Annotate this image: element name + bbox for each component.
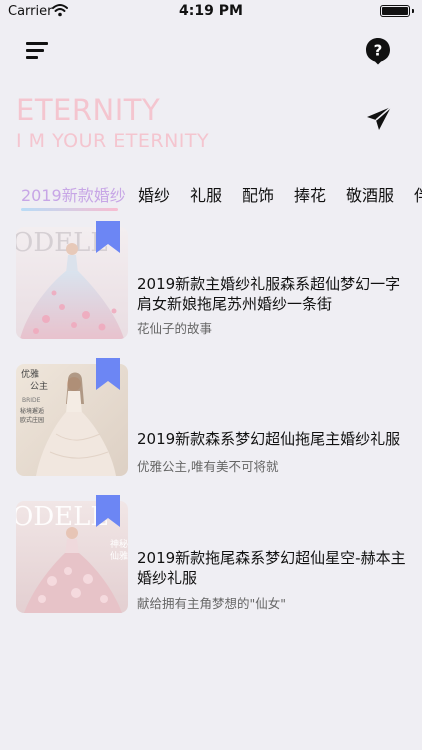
article-desc: 优雅公主,唯有美不可将就 [137, 459, 279, 474]
tab-2019-new[interactable]: 2019新款婚纱 [21, 182, 126, 206]
category-tabs: 2019新款婚纱 婚纱 礼服 配饰 捧花 敬酒服 伴 [0, 178, 422, 212]
battery-icon [380, 5, 414, 17]
article-title: 2019新款拖尾森系梦幻超仙星空-赫本主婚纱礼服 [137, 549, 406, 587]
article-card[interactable]: ODELL 神秘 仙雅 2019新款拖尾森系梦幻超仙星空-赫本主婚纱礼服 献给拥… [16, 495, 416, 613]
thumb-text: 神秘 [110, 538, 128, 550]
tab-gown[interactable]: 礼服 [190, 182, 222, 206]
tab-bridesmaid[interactable]: 伴 [414, 182, 422, 206]
article-title: 2019新款森系梦幻超仙拖尾主婚纱礼服 [137, 430, 401, 448]
thumb-text: 仙雅 [110, 550, 128, 562]
article-desc: 献给拥有主角梦想的"仙女" [137, 596, 286, 611]
bookmark-icon[interactable] [96, 495, 120, 527]
article-card[interactable]: 优雅 公主 BRIDE 秘境邂逅 欧式庄园 2019新款森系梦幻超仙拖尾主婚纱礼… [16, 358, 416, 476]
tab-toast-dress[interactable]: 敬酒服 [346, 182, 394, 206]
bookmark-icon[interactable] [96, 358, 120, 390]
tab-bouquet[interactable]: 捧花 [294, 182, 326, 206]
article-title: 2019新款主婚纱礼服森系超仙梦幻一字肩女新娘拖尾苏州婚纱一条街 [137, 275, 401, 313]
status-bar: Carrier 4:19 PM [0, 0, 422, 22]
svg-text:ODELL: ODELL [16, 228, 108, 258]
hero-subtitle: I M YOUR ETERNITY [16, 130, 210, 152]
thumb-text: 公主 [30, 380, 48, 392]
paper-plane-icon[interactable] [366, 106, 392, 132]
svg-text:ODELL: ODELL [16, 502, 108, 532]
bookmark-icon[interactable] [96, 221, 120, 253]
menu-icon[interactable] [26, 42, 48, 60]
tab-accessories[interactable]: 配饰 [242, 182, 274, 206]
thumb-text: 欧式庄园 [20, 416, 44, 424]
help-icon[interactable]: ? [365, 37, 391, 65]
svg-text:?: ? [374, 42, 383, 60]
article-desc: 花仙子的故事 [137, 321, 213, 336]
hero-title: ETERNITY [16, 93, 161, 127]
thumb-text: 优雅 [21, 368, 39, 380]
active-tab-indicator [21, 208, 118, 211]
thumb-text: BRIDE [22, 397, 41, 404]
article-card[interactable]: ODELL 2019新款主婚纱礼服森系超仙梦幻一字肩女新娘拖尾苏州婚纱一条街 花… [16, 221, 416, 339]
thumb-text: 秘境邂逅 [20, 407, 44, 415]
clock: 4:19 PM [179, 3, 243, 19]
tab-wedding-dress[interactable]: 婚纱 [138, 182, 170, 206]
